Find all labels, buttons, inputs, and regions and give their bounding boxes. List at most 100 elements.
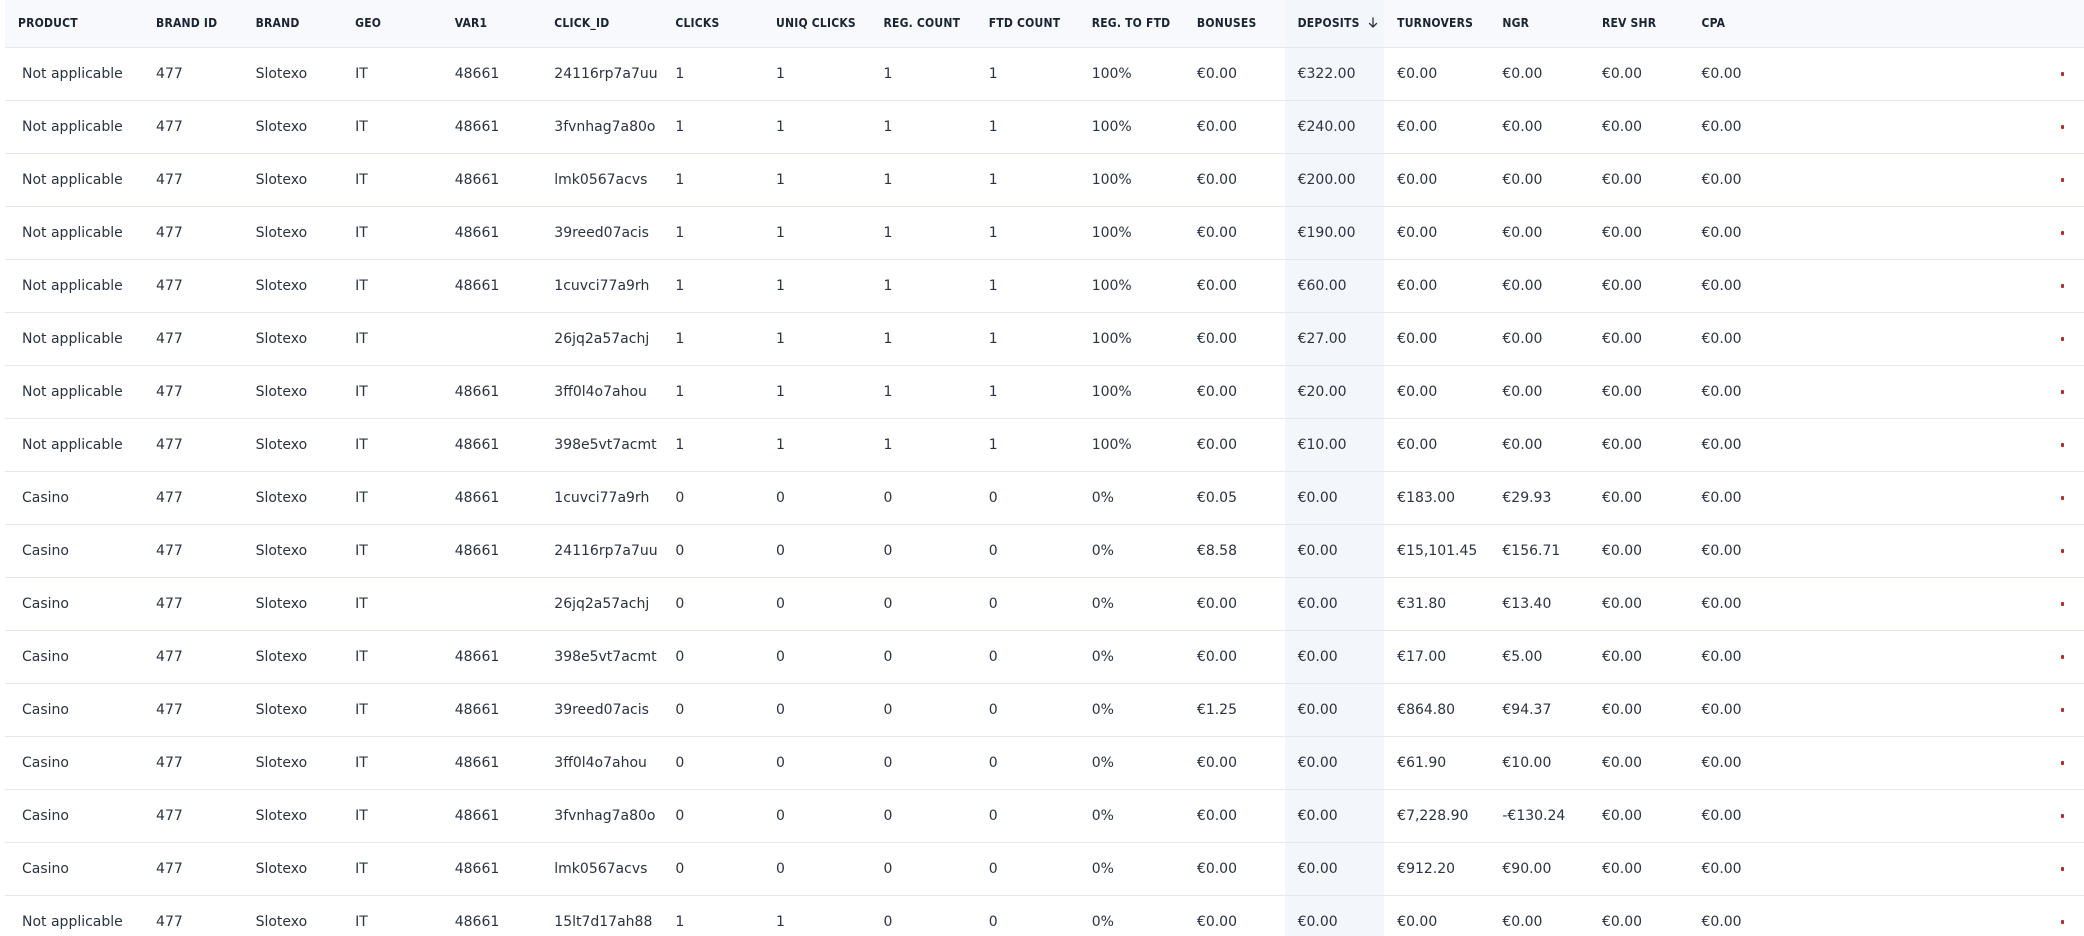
column-header-geo[interactable]: GEO (342, 0, 442, 48)
truncated-column-marker (2061, 336, 2065, 341)
cell-brand: Slotexo (242, 259, 343, 313)
cell-click-id: 1cuvci77a9rh (541, 471, 663, 525)
cell-clicks: 0 (662, 736, 764, 790)
cell-rev-shr: €0.00 (1588, 842, 1689, 896)
column-header-label: CPA (1701, 16, 1726, 31)
cell-geo: IT (342, 842, 442, 896)
table-row[interactable]: Not applicable 477 Slotexo IT 48661 398e5vt7a… (5, 418, 2084, 472)
cell-cpa: €0.00 (1688, 100, 1789, 154)
cell-brand-id: 477 (143, 683, 243, 737)
table-row[interactable]: Casino 477 Slotexo IT 26jq2a57achj 0 0 0 0 0% €0.0… (5, 577, 2084, 631)
column-header-reg-count[interactable]: REG. COUNT (870, 0, 976, 48)
column-header-extra[interactable] (1788, 0, 2084, 48)
table-row[interactable]: Casino 477 Slotexo IT 48661 1cuvci77a9rh 0 0 0 0 0… (5, 471, 2084, 525)
cell-bonuses: €0.05 (1183, 471, 1285, 525)
table-row[interactable]: Not applicable 477 Slotexo IT 48661 3fvnhag7a… (5, 100, 2084, 154)
cell-deposits: €0.00 (1284, 524, 1385, 578)
cell-rev-shr: €0.00 (1588, 577, 1689, 631)
table-row[interactable]: Casino 477 Slotexo IT 48661 lmk0567acvs 0 0 0 0 0%… (5, 842, 2084, 896)
column-header-ngr[interactable]: NGR (1489, 0, 1589, 48)
cell-ftd-count: 1 (975, 206, 1079, 260)
arrow-down-icon[interactable] (1368, 16, 1378, 31)
cell-reg-to-ftd: 100% (1078, 206, 1184, 260)
cell-uniq-clicks: 1 (763, 153, 871, 207)
cell-var1 (441, 312, 542, 366)
cell-deposits: €0.00 (1284, 577, 1385, 631)
column-header-brand[interactable]: BRAND (242, 0, 343, 48)
cell-var1: 48661 (441, 895, 542, 936)
cell-deposits: €27.00 (1284, 312, 1385, 366)
column-header-brand-id[interactable]: BRAND ID (143, 0, 243, 48)
cell-rev-shr: €0.00 (1588, 524, 1689, 578)
cell-cpa: €0.00 (1688, 153, 1789, 207)
cell-product: Casino (5, 683, 144, 737)
column-header-product[interactable]: PRODUCT (5, 0, 144, 48)
table-row[interactable]: Not applicable 477 Slotexo IT 48661 3ff0l4o7a… (5, 365, 2084, 419)
table-row[interactable]: Not applicable 477 Slotexo IT 48661 lmk0567ac… (5, 153, 2084, 207)
cell-ftd-count: 1 (975, 418, 1079, 472)
column-header-bonuses[interactable]: BONUSES (1183, 0, 1285, 48)
cell-extra (1788, 47, 2084, 101)
cell-click-id: 24116rp7a7uu (541, 524, 663, 578)
cell-ftd-count: 0 (975, 736, 1079, 790)
column-header-cpa[interactable]: CPA (1688, 0, 1789, 48)
cell-turnovers: €0.00 (1384, 100, 1490, 154)
cell-brand: Slotexo (242, 153, 343, 207)
cell-deposits: €20.00 (1284, 365, 1385, 419)
column-header-ftd-count[interactable]: FTD COUNT (975, 0, 1079, 48)
cell-brand-id: 477 (143, 153, 243, 207)
column-header-click-id[interactable]: CLICK_ID (541, 0, 663, 48)
column-header-reg-to-ftd[interactable]: REG. TO FTD (1078, 0, 1184, 48)
cell-turnovers: €0.00 (1384, 365, 1490, 419)
cell-var1 (441, 577, 542, 631)
cell-reg-to-ftd: 0% (1078, 524, 1184, 578)
column-header-var1[interactable]: VAR1 (441, 0, 542, 48)
column-header-rev-shr[interactable]: REV SHR (1588, 0, 1689, 48)
table-row[interactable]: Not applicable 477 Slotexo IT 48661 24116rp7a… (5, 47, 2084, 101)
cell-deposits: €0.00 (1284, 471, 1385, 525)
cell-turnovers: €0.00 (1384, 47, 1490, 101)
cell-bonuses: €0.00 (1183, 47, 1285, 101)
cell-click-id: 3ff0l4o7ahou (541, 365, 663, 419)
table-row[interactable]: Casino 477 Slotexo IT 48661 3fvnhag7a80o 0 0 0 0 0… (5, 789, 2084, 843)
table-header-row: PRODUCT BRAND ID BRAND GEO VAR1 CLICK_ID CLICK… (5, 0, 2084, 48)
cell-brand-id: 477 (143, 100, 243, 154)
cell-geo: IT (342, 736, 442, 790)
cell-reg-to-ftd: 100% (1078, 100, 1184, 154)
column-header-clicks[interactable]: CLICKS (662, 0, 764, 48)
cell-deposits: €200.00 (1284, 153, 1385, 207)
cell-click-id: 398e5vt7acmt (541, 418, 663, 472)
column-header-uniq-clicks[interactable]: UNIQ CLICKS (763, 0, 871, 48)
cell-click-id: 26jq2a57achj (541, 312, 663, 366)
cell-rev-shr: €0.00 (1588, 471, 1689, 525)
cell-uniq-clicks: 1 (763, 895, 871, 936)
cell-rev-shr: €0.00 (1588, 47, 1689, 101)
table-row[interactable]: Not applicable 477 Slotexo IT 26jq2a57achj 1 1… (5, 312, 2084, 366)
cell-reg-to-ftd: 0% (1078, 577, 1184, 631)
table-row[interactable]: Not applicable 477 Slotexo IT 48661 1cuvci77a… (5, 259, 2084, 313)
cell-reg-count: 0 (870, 736, 976, 790)
cell-turnovers: €7,228.90 (1384, 789, 1490, 843)
table-row[interactable]: Not applicable 477 Slotexo IT 48661 15lt7d17a… (5, 895, 2084, 936)
cell-rev-shr: €0.00 (1588, 895, 1689, 936)
cell-bonuses: €0.00 (1183, 630, 1285, 684)
column-header-turnovers[interactable]: TURNOVERS (1384, 0, 1490, 48)
column-header-deposits[interactable]: DEPOSITS (1284, 0, 1385, 48)
cell-rev-shr: €0.00 (1588, 100, 1689, 154)
cell-ngr: €13.40 (1489, 577, 1589, 631)
cell-ngr: €0.00 (1489, 259, 1589, 313)
cell-product: Not applicable (5, 259, 144, 313)
table-row[interactable]: Casino 477 Slotexo IT 48661 3ff0l4o7ahou 0 0 0 0 0… (5, 736, 2084, 790)
cell-brand-id: 477 (143, 365, 243, 419)
table-row[interactable]: Casino 477 Slotexo IT 48661 24116rp7a7uu 0 0 0 0 0… (5, 524, 2084, 578)
cell-cpa: €0.00 (1688, 736, 1789, 790)
cell-reg-count: 0 (870, 471, 976, 525)
table-row[interactable]: Casino 477 Slotexo IT 48661 39reed07acis 0 0 0 0 0… (5, 683, 2084, 737)
cell-bonuses: €0.00 (1183, 842, 1285, 896)
column-header-label: REV SHR (1601, 16, 1657, 31)
cell-ftd-count: 0 (975, 471, 1079, 525)
table-row[interactable]: Casino 477 Slotexo IT 48661 398e5vt7acmt 0 0 0 0 0… (5, 630, 2084, 684)
cell-uniq-clicks: 1 (763, 206, 871, 260)
table-row[interactable]: Not applicable 477 Slotexo IT 48661 39reed07a… (5, 206, 2084, 260)
cell-ngr: €156.71 (1489, 524, 1589, 578)
